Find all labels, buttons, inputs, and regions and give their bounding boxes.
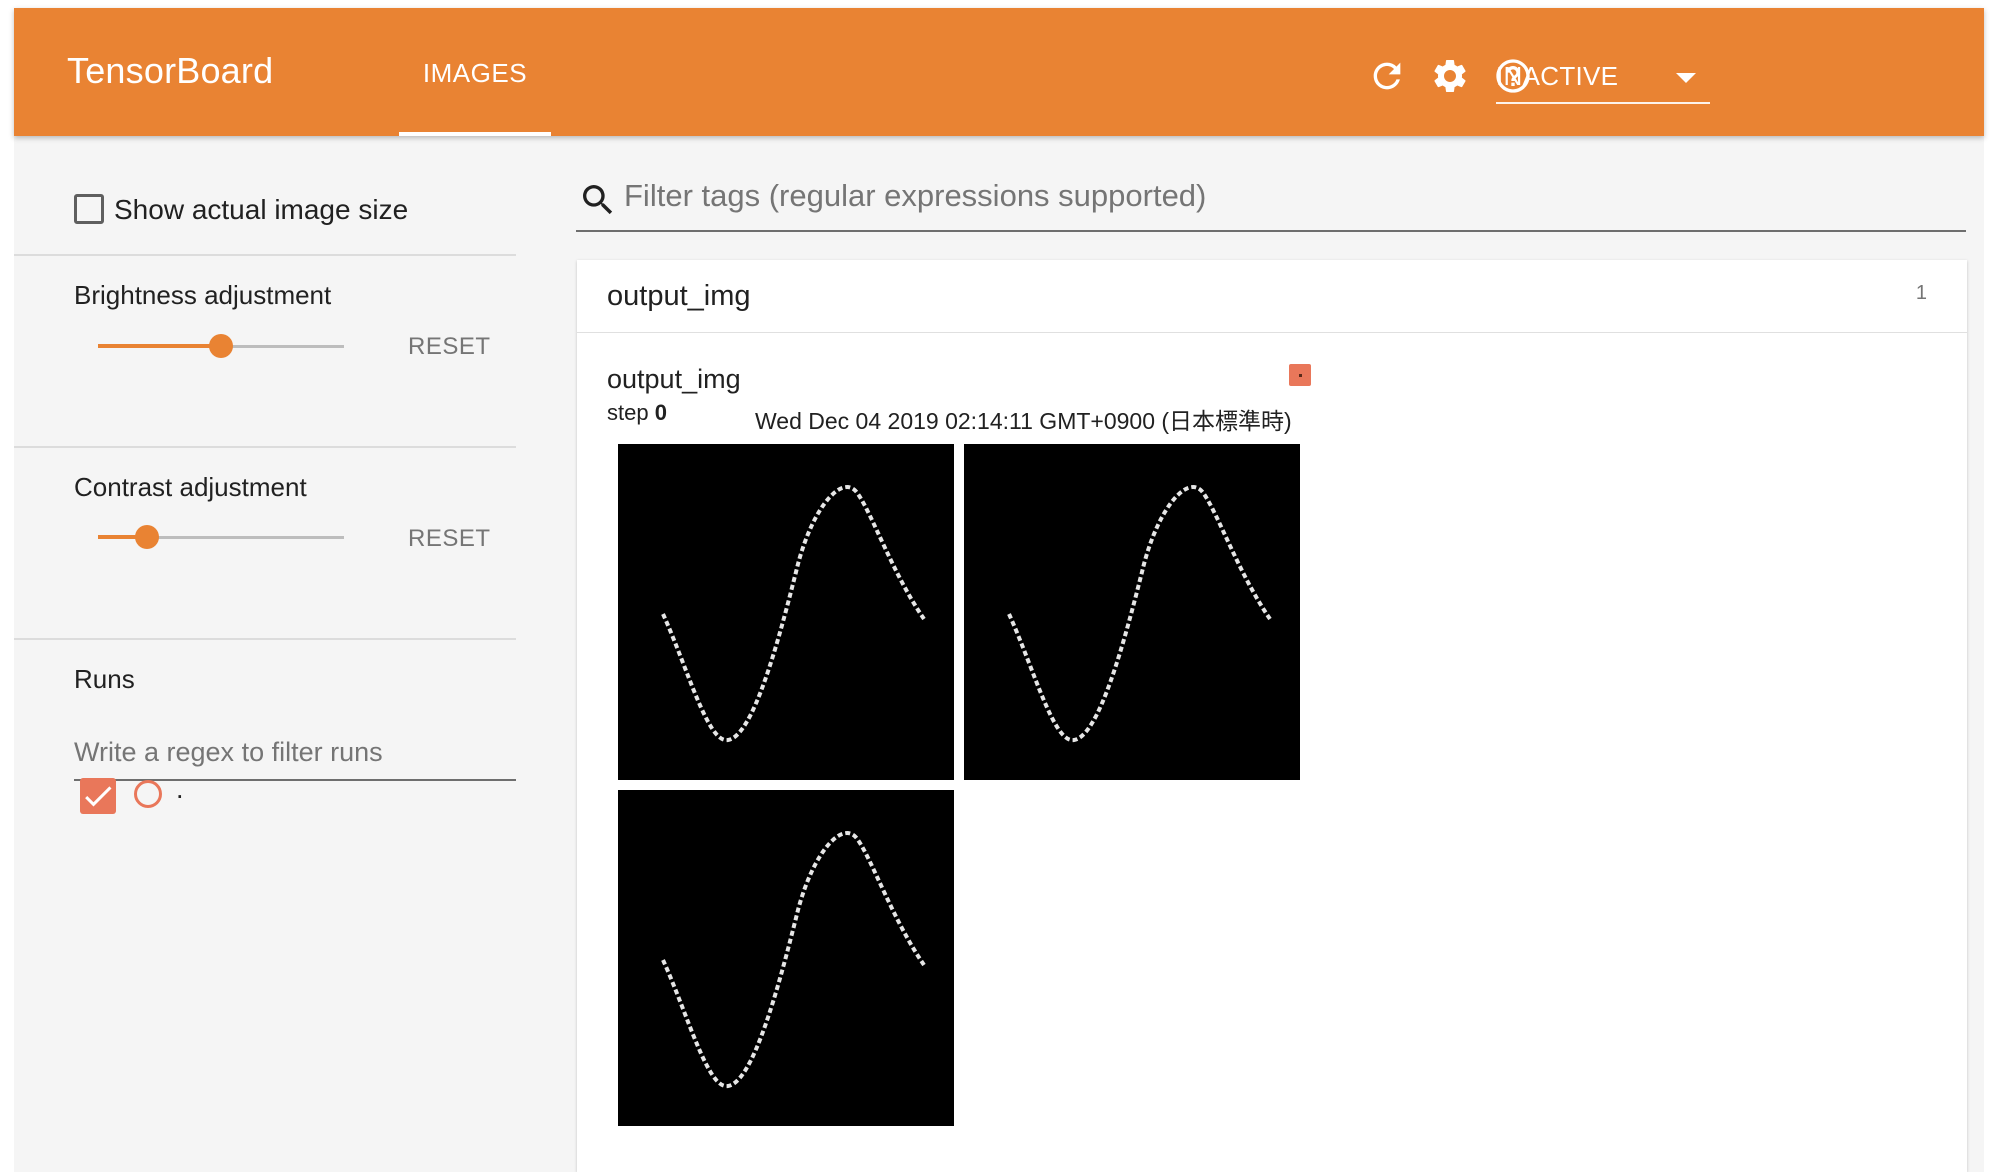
run-color-picker[interactable]	[134, 780, 162, 808]
image-tile[interactable]	[618, 790, 954, 1126]
step-label: step	[607, 400, 649, 425]
category-pane: output_img 1 output_img step 0 Wed Dec 0…	[577, 260, 1967, 1172]
show-actual-size-label: Show actual image size	[114, 194, 409, 225]
category-title: output_img	[607, 280, 751, 312]
refresh-icon	[1373, 62, 1401, 90]
divider	[14, 638, 516, 640]
run-name: .	[176, 774, 184, 804]
search-icon	[583, 185, 613, 215]
active-tab-indicator	[399, 132, 551, 136]
sidebar: Show actual image size Brightness adjust…	[14, 136, 516, 1172]
card-timestamp: Wed Dec 04 2019 02:14:11 GMT+0900 (日本標準時…	[755, 408, 1292, 434]
brightness-slider-fill	[98, 344, 221, 348]
contrast-reset-button[interactable]: RESET	[408, 525, 491, 553]
tab-images[interactable]: IMAGES	[399, 8, 551, 136]
show-actual-size-checkbox[interactable]	[74, 194, 104, 224]
divider	[14, 254, 516, 256]
category-count: 1	[1915, 282, 1927, 304]
brightness-label: Brightness adjustment	[74, 280, 332, 310]
category-header[interactable]: output_img 1	[577, 260, 1967, 333]
sine-curve	[661, 831, 926, 1089]
sine-curve	[1007, 485, 1272, 743]
sine-curve	[661, 485, 926, 743]
chevron-down-icon	[1676, 73, 1696, 83]
divider	[14, 446, 516, 448]
checkmark-icon	[85, 786, 112, 807]
top-app-bar: TensorBoard IMAGES INACTIVE	[14, 8, 1984, 136]
run-checkbox[interactable]	[80, 778, 116, 814]
runs-filter-input[interactable]	[74, 737, 516, 768]
image-tile[interactable]	[964, 444, 1300, 780]
brightness-slider[interactable]	[98, 334, 344, 358]
card-step: step 0	[607, 400, 667, 426]
brightness-slider-thumb[interactable]	[209, 334, 233, 358]
contrast-label: Contrast adjustment	[74, 472, 307, 502]
tab-images-label: IMAGES	[422, 58, 528, 88]
contrast-slider[interactable]	[98, 525, 344, 549]
help-button[interactable]	[1493, 56, 1533, 96]
tag-filter-field[interactable]	[576, 172, 1966, 232]
runs-filter-field[interactable]	[74, 733, 516, 781]
gear-icon	[1434, 59, 1466, 92]
settings-button[interactable]	[1430, 56, 1470, 96]
brightness-reset-button[interactable]: RESET	[408, 333, 491, 361]
tag-filter-input[interactable]	[624, 178, 1954, 214]
contrast-slider-thumb[interactable]	[135, 525, 159, 549]
help-icon	[1496, 59, 1530, 93]
refresh-button[interactable]	[1367, 56, 1407, 96]
tensorboard-app: TensorBoard IMAGES INACTIVE Show actual …	[14, 8, 1984, 1172]
step-value: 0	[654, 400, 667, 425]
run-color-indicator	[1289, 364, 1311, 386]
runs-title: Runs	[74, 664, 135, 694]
image-tile[interactable]	[618, 444, 954, 780]
brand-title: TensorBoard	[67, 50, 274, 91]
card-title: output_img	[607, 364, 741, 394]
